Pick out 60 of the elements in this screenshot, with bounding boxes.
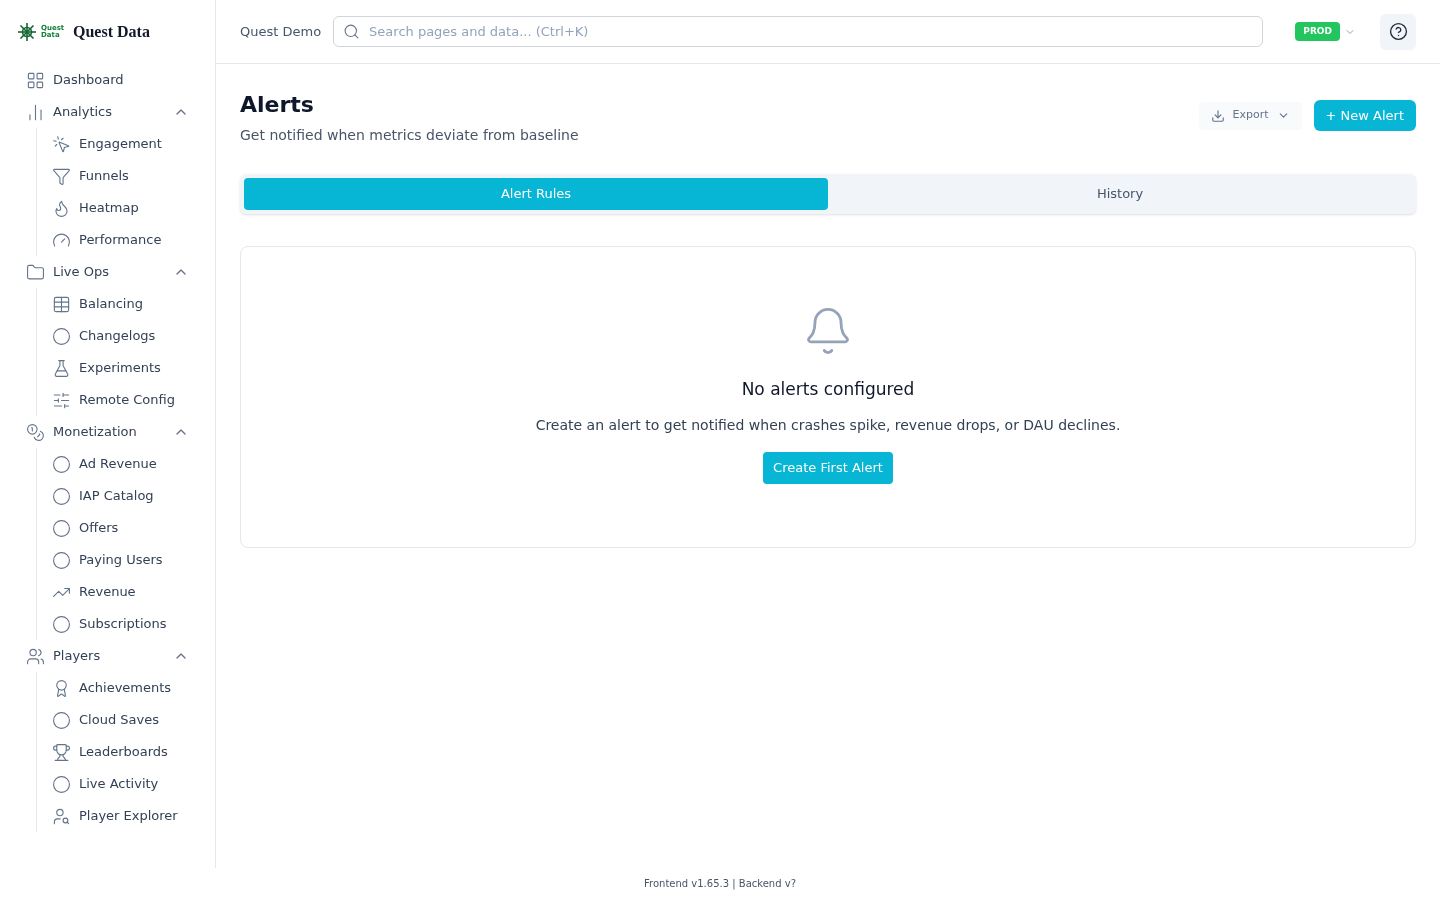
nav-icon (52, 390, 71, 410)
sidebar-subitem[interactable]: Revenue (52, 576, 189, 608)
version-footer: Frontend v1.65.3 | Backend v? (0, 876, 1440, 891)
nav-icon (52, 710, 71, 730)
sidebar-subitem[interactable]: Live Activity (52, 768, 189, 800)
nav-icon (52, 166, 71, 186)
export-button[interactable]: Export (1198, 101, 1302, 130)
sidebar-subitem[interactable]: Funnels (52, 160, 189, 192)
sidebar-subitem[interactable]: Heatmap (52, 192, 189, 224)
sidebar-subitem[interactable]: Cloud Saves (52, 704, 189, 736)
search-field[interactable]: Search pages and data... (Ctrl+K) (333, 16, 1264, 47)
nav-icon (26, 262, 45, 282)
nav-icon (52, 198, 71, 218)
nav-icon (52, 518, 71, 538)
nav-icon (26, 102, 45, 122)
sidebar-item[interactable]: Monetization (26, 416, 189, 448)
sidebar-subitem[interactable]: Offers (52, 512, 189, 544)
sidebar-subitem[interactable]: Performance (52, 224, 189, 256)
project-name: Quest Demo (240, 22, 322, 41)
nav-icon (52, 454, 71, 474)
search-icon (343, 23, 361, 40)
sidebar-subitem[interactable]: Player Explorer (52, 800, 189, 832)
page-title: Alerts (240, 91, 315, 119)
nav-icon (52, 806, 71, 826)
nav-icon (52, 614, 71, 634)
sidebar-subitem[interactable]: Leaderboards (52, 736, 189, 768)
nav-icon (52, 294, 71, 314)
logo-icon (17, 22, 37, 42)
sidebar-subitem[interactable]: Remote Config (52, 384, 189, 416)
sidebar-subitem[interactable]: IAP Catalog (52, 480, 189, 512)
nav-icon (26, 646, 45, 666)
nav-icon (52, 134, 71, 154)
sidebar-subitem[interactable]: Changelogs (52, 320, 189, 352)
empty-title: No alerts configured (741, 378, 915, 401)
sidebar-subitem[interactable]: Paying Users (52, 544, 189, 576)
nav-icon (52, 486, 71, 506)
download-icon (1210, 108, 1225, 123)
sidebar-subitem[interactable]: Experiments (52, 352, 189, 384)
sidebar-item[interactable]: Live Ops (26, 256, 189, 288)
nav-icon (52, 326, 71, 346)
nav-icon (52, 774, 71, 794)
tab[interactable]: History (828, 178, 1412, 210)
help-icon (1388, 22, 1408, 41)
nav-icon (26, 422, 45, 442)
sidebar-item[interactable]: Analytics (26, 96, 189, 128)
nav-icon (26, 70, 45, 90)
nav-icon (52, 358, 71, 378)
nav-icon (52, 550, 71, 570)
help-button[interactable] (1380, 13, 1416, 50)
sidebar-subitem[interactable]: Engagement (52, 128, 189, 160)
nav-icon (52, 742, 71, 762)
sidebar-subitem[interactable]: Balancing (52, 288, 189, 320)
sidebar-item[interactable]: Dashboard (26, 64, 189, 96)
sidebar-item[interactable]: Players (26, 640, 189, 672)
brand-name: Quest Data (73, 22, 150, 42)
page-subtitle: Get notified when metrics deviate from baseline (240, 126, 579, 145)
sidebar-subitem[interactable]: Subscriptions (52, 608, 189, 640)
empty-message: Create an alert to get notified when crashes spike, revenue drops, or DAU declines. (535, 415, 1121, 435)
sidebar-subitem[interactable]: Achievements (52, 672, 189, 704)
sidebar-subitem[interactable]: Ad Revenue (52, 448, 189, 480)
